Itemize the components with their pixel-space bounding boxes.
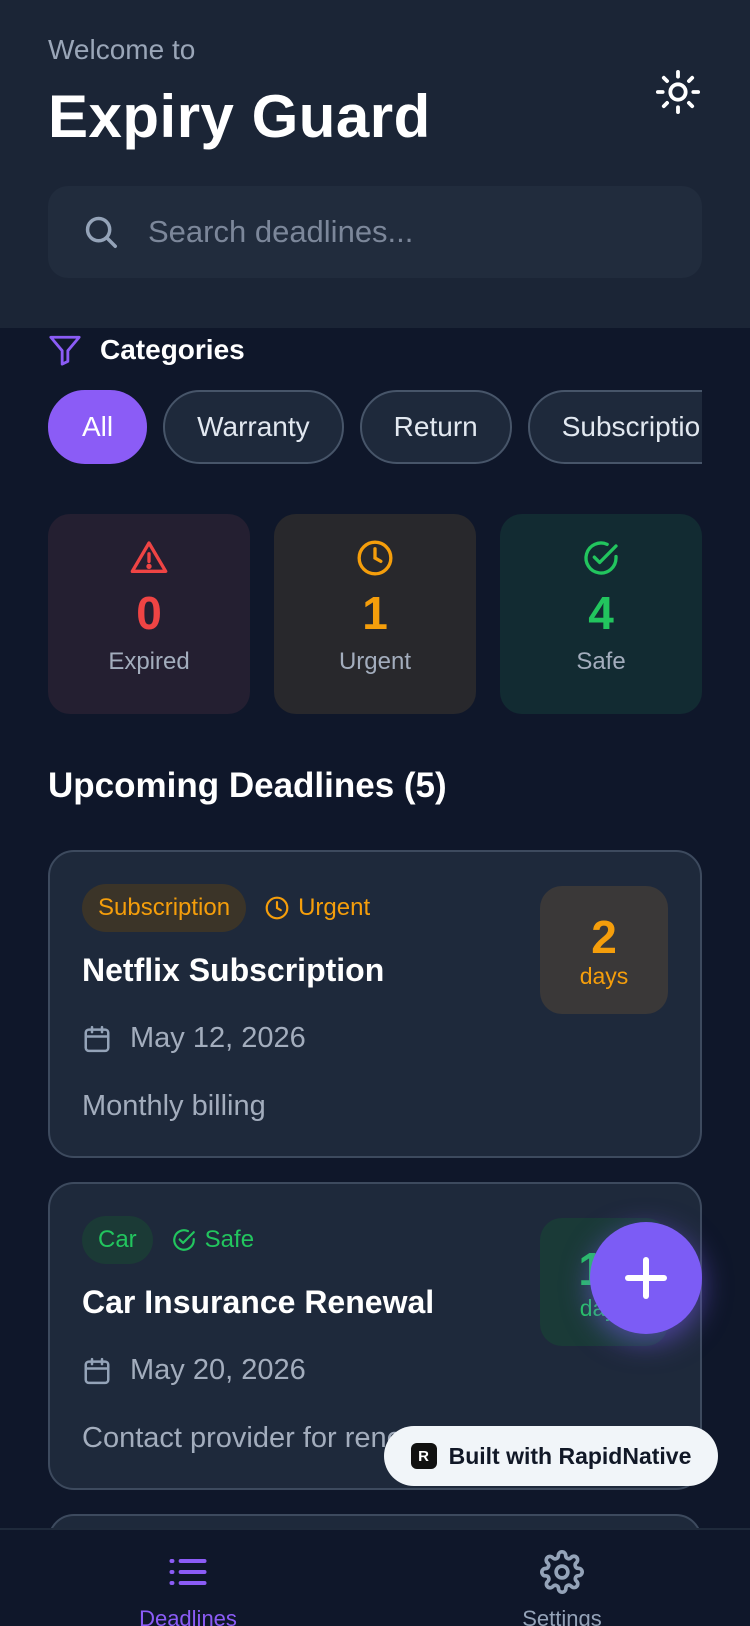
date-text: May 12, 2026: [130, 1022, 306, 1054]
tab-deadlines-label: Deadlines: [139, 1606, 237, 1626]
sun-icon: [655, 69, 701, 115]
status-label: Safe: [204, 1226, 255, 1253]
deadline-title: Car Insurance Renewal: [82, 1284, 435, 1320]
stat-expired-label: Expired: [108, 648, 190, 675]
categories-header: Categories: [48, 332, 245, 368]
section-title: Upcoming Deadlines (5): [48, 766, 447, 805]
calendar-icon: [84, 1357, 110, 1384]
days-value: 2: [591, 910, 617, 963]
categories-label: Categories: [100, 334, 245, 365]
deadline-title: Netflix Subscription: [82, 952, 385, 988]
rapidnative-logo-icon: R: [410, 1443, 437, 1469]
clock-icon: [357, 540, 393, 576]
deadline-card[interactable]: Subscription Urgent Netflix Subscription…: [48, 850, 702, 1158]
built-with-badge[interactable]: R Built with RapidNative: [384, 1426, 718, 1486]
stat-urgent-label: Urgent: [338, 648, 412, 675]
calendar-icon: [84, 1025, 110, 1052]
status-badge: Urgent: [264, 894, 370, 922]
stats-row: 0 Expired 1 Urgent 4 Safe: [48, 514, 702, 714]
theme-toggle-button[interactable]: [652, 66, 704, 118]
stat-urgent[interactable]: 1 Urgent: [274, 514, 476, 714]
deadline-date: May 12, 2026: [82, 1022, 306, 1055]
add-deadline-button[interactable]: [590, 1222, 702, 1334]
chip-return[interactable]: Return: [359, 390, 512, 464]
days-remaining: 2 days: [540, 886, 668, 1014]
search-input[interactable]: [146, 213, 702, 251]
search-bar[interactable]: [48, 186, 702, 278]
check-circle-icon: [584, 541, 618, 575]
chip-subscription[interactable]: Subscription: [527, 390, 702, 464]
gear-icon: [540, 1550, 584, 1594]
search-icon: [85, 216, 117, 248]
badge-label: Built with RapidNative: [448, 1442, 692, 1469]
alert-triangle-icon: [130, 541, 168, 573]
bottom-tab-bar: Deadlines Settings: [0, 1528, 750, 1626]
chip-all[interactable]: All: [48, 390, 148, 464]
days-label: days: [579, 962, 629, 989]
chip-warranty[interactable]: Warranty: [163, 390, 344, 464]
tab-settings[interactable]: Settings: [482, 1550, 642, 1626]
stat-safe-label: Safe: [576, 648, 626, 675]
category-chips[interactable]: All Warranty Return Subscription: [48, 390, 702, 468]
header: Welcome to Expiry Guard: [0, 0, 750, 328]
list-icon: [169, 1558, 207, 1586]
stat-safe[interactable]: 4 Safe: [500, 514, 702, 714]
status-label: Urgent: [298, 894, 371, 921]
clock-icon: [265, 896, 289, 920]
stat-expired-value: 0: [136, 587, 162, 639]
tab-deadlines[interactable]: Deadlines: [108, 1550, 268, 1626]
app-title: Expiry Guard: [48, 83, 431, 150]
stat-expired[interactable]: 0 Expired: [48, 514, 250, 714]
welcome-text: Welcome to: [48, 34, 196, 65]
check-circle-icon: [172, 1229, 195, 1251]
deadline-date: May 20, 2026: [82, 1354, 306, 1387]
category-tag: Car: [82, 1216, 153, 1264]
stat-urgent-value: 1: [362, 587, 388, 639]
deadline-note: Monthly billing: [82, 1090, 266, 1122]
filter-icon: [49, 335, 81, 366]
plus-icon: [625, 1257, 667, 1299]
category-tag: Subscription: [82, 884, 247, 932]
status-badge: Safe: [171, 1226, 254, 1254]
date-text: May 20, 2026: [130, 1354, 306, 1386]
tab-settings-label: Settings: [522, 1606, 602, 1626]
stat-safe-value: 4: [588, 587, 614, 639]
